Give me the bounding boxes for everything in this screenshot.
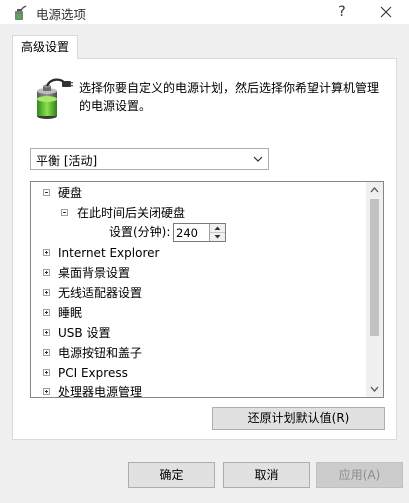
help-button[interactable]: ?	[332, 1, 352, 23]
tree-node-minutes-setting: 设置(分钟):	[31, 222, 371, 242]
tree-node-label: PCI Express	[58, 366, 128, 380]
tree-node-label: 在此时间后关闭硬盘	[77, 206, 186, 220]
tree-node-label: Internet Explorer	[58, 246, 160, 260]
panel-description: 选择你要自定义的电源计划，然后选择你希望计算机管理的电源设置。	[79, 81, 380, 113]
scroll-thumb[interactable]	[370, 199, 379, 336]
tab-advanced-settings[interactable]: 高级设置	[12, 35, 78, 59]
spin-up-icon[interactable]	[210, 224, 225, 233]
tree-node-label: 处理器电源管理	[58, 385, 143, 398]
expand-icon[interactable]	[43, 349, 50, 356]
tree-node-label: 电源按钮和盖子	[58, 346, 143, 360]
power-plan-select-value: 平衡 [活动]	[36, 154, 98, 168]
advanced-settings-panel: 选择你要自定义的电源计划，然后选择你希望计算机管理的电源设置。 平衡 [活动] …	[12, 58, 397, 440]
expand-icon[interactable]	[43, 289, 50, 296]
minutes-stepper[interactable]	[173, 223, 226, 242]
ok-button[interactable]: 确定	[128, 462, 215, 488]
scroll-up-icon[interactable]	[366, 182, 383, 198]
minutes-label: 设置(分钟):	[109, 225, 171, 239]
minutes-input[interactable]	[176, 225, 210, 240]
tree-node-label: 硬盘	[58, 186, 83, 200]
expand-icon[interactable]	[43, 269, 50, 276]
spin-down-icon[interactable]	[210, 233, 225, 241]
restore-defaults-button[interactable]: 还原计划默认值(R)	[212, 407, 385, 430]
power-options-icon	[15, 5, 27, 20]
expand-icon[interactable]	[43, 329, 50, 336]
tree-node-label: 桌面背景设置	[58, 266, 131, 280]
chevron-down-icon	[253, 156, 263, 162]
tree-node-label: 睡眠	[58, 306, 83, 320]
expand-icon[interactable]	[43, 309, 50, 316]
expand-icon[interactable]	[43, 369, 50, 376]
spin-buttons[interactable]	[209, 224, 225, 241]
tree-scrollbar[interactable]	[366, 182, 383, 397]
collapse-icon[interactable]	[43, 189, 50, 196]
expand-icon[interactable]	[43, 388, 50, 395]
expand-icon[interactable]	[43, 249, 50, 256]
title-bar: 电源选项 ?	[0, 0, 409, 24]
settings-tree[interactable]: 硬盘 在此时间后关闭硬盘 设置(分钟): 240 Internet Explor…	[30, 181, 384, 398]
tree-node-label: USB 设置	[58, 326, 111, 340]
power-plan-select[interactable]: 平衡 [活动]	[30, 148, 269, 170]
scroll-down-icon[interactable]	[366, 381, 383, 397]
window-title: 电源选项	[36, 7, 87, 22]
collapse-icon[interactable]	[61, 209, 68, 216]
cancel-button[interactable]: 取消	[223, 462, 310, 488]
close-icon[interactable]	[374, 1, 398, 23]
tree-node-label: 无线适配器设置	[58, 286, 143, 300]
battery-icon	[37, 78, 73, 119]
apply-button[interactable]: 应用(A)	[316, 462, 403, 488]
